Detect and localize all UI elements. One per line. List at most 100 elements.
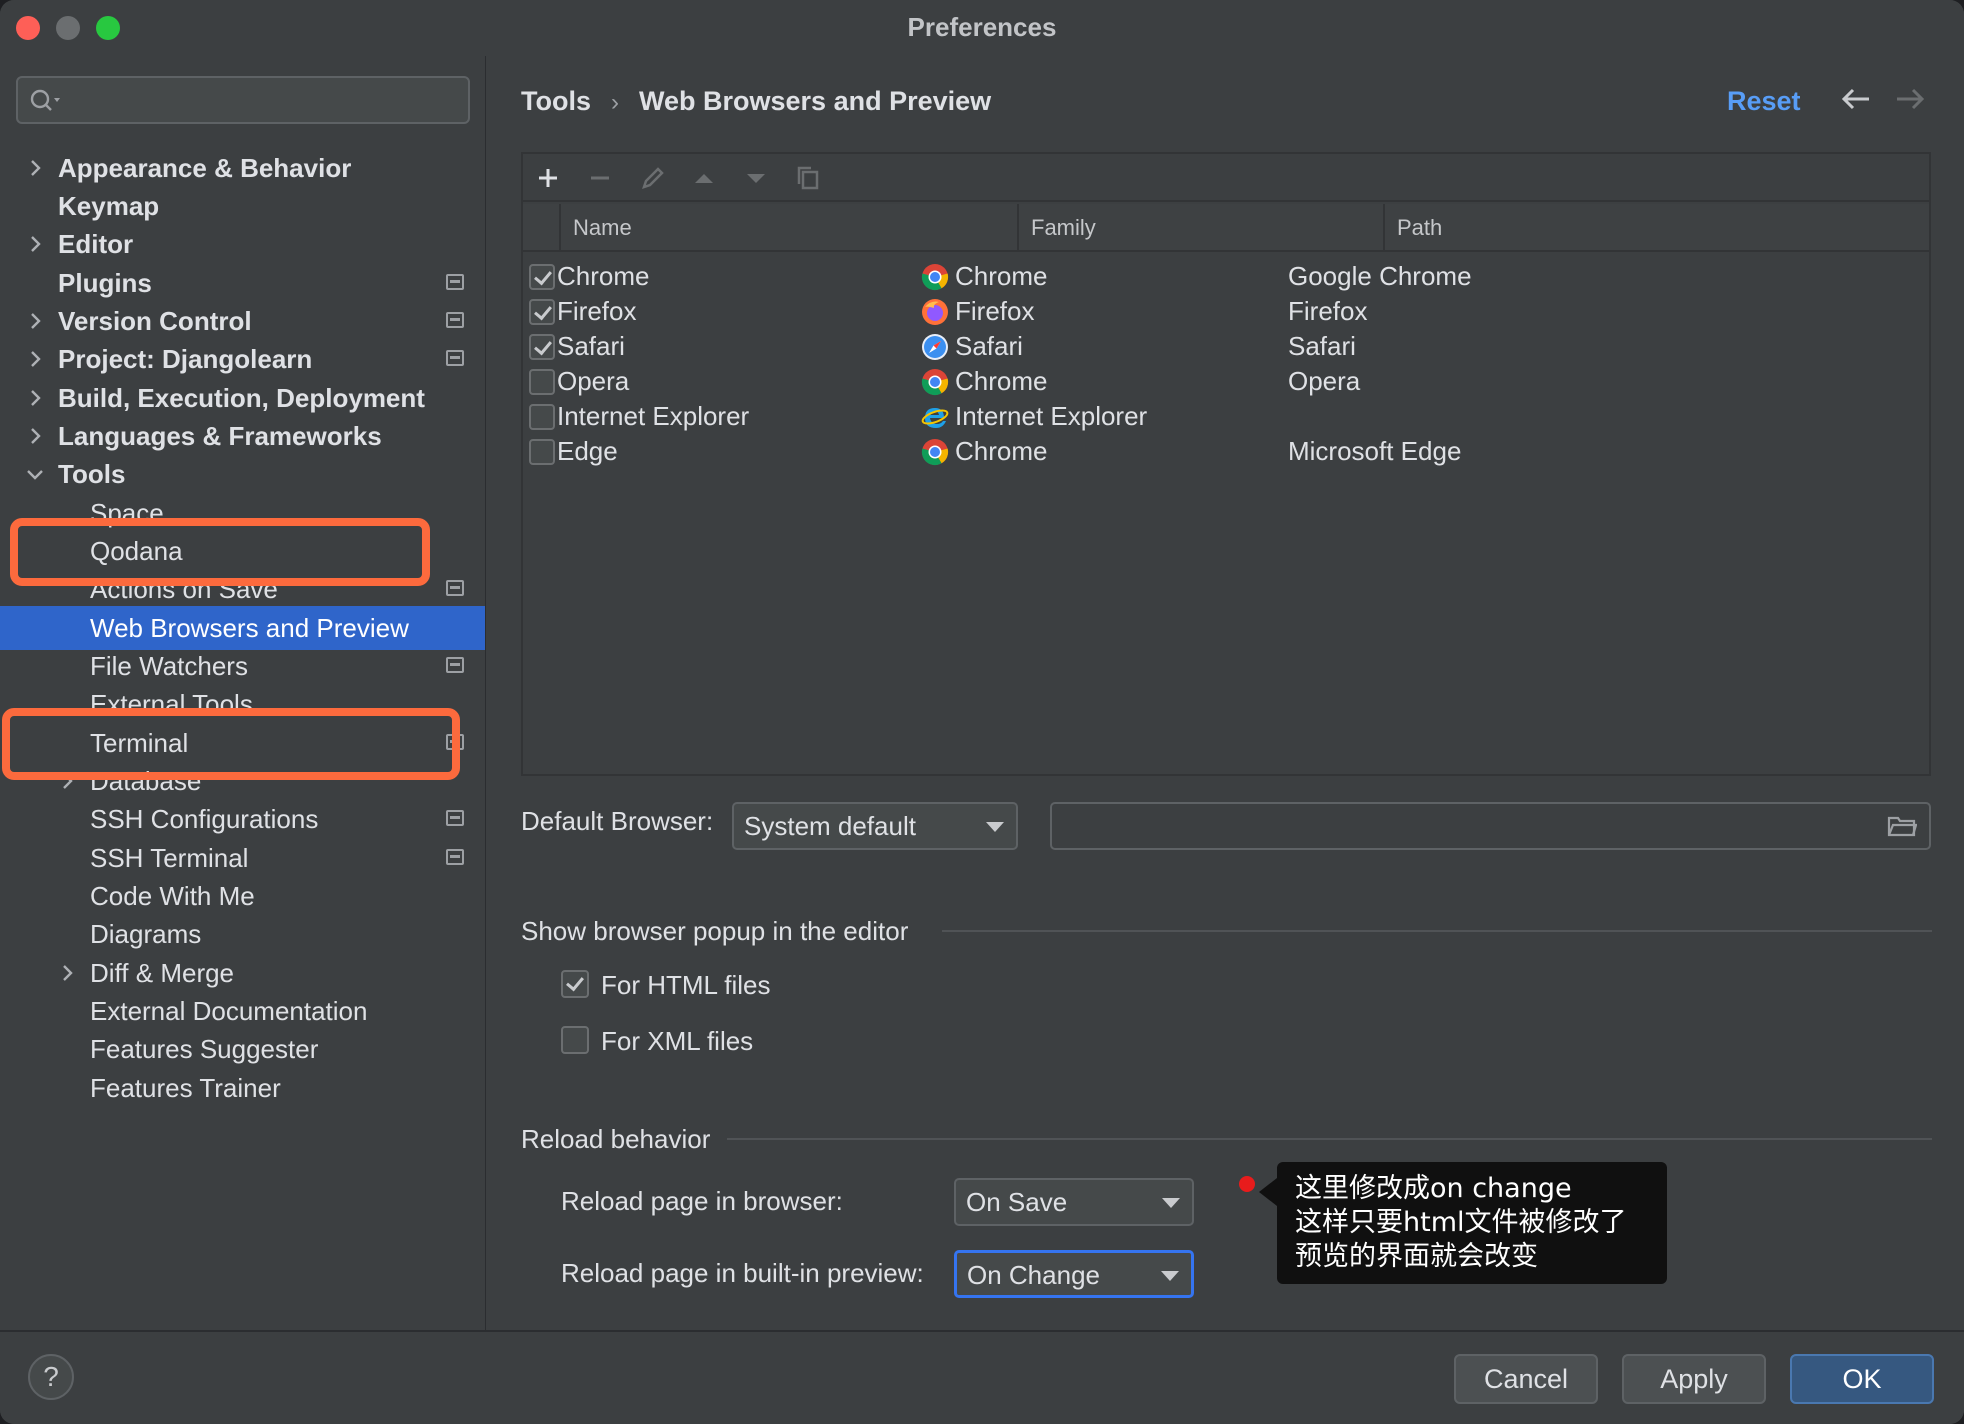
sidebar-item-label: SSH Configurations (90, 804, 319, 834)
ok-button[interactable]: OK (1790, 1354, 1934, 1404)
ie-icon (921, 408, 949, 428)
project-settings-icon (446, 734, 464, 750)
browser-name-cell: Edge (557, 436, 618, 466)
table-row[interactable]: Edge Chrome Microsoft Edge (523, 429, 1929, 473)
help-button[interactable]: ? (28, 1354, 74, 1400)
annotation-marker (1239, 1176, 1255, 1192)
breadcrumb-parent[interactable]: Tools (521, 86, 591, 116)
reload-preview-value: On Change (967, 1260, 1100, 1290)
dropdown-arrow-icon (1161, 1271, 1179, 1281)
sidebar-item-external-tools[interactable]: External Tools (0, 682, 485, 726)
folder-icon[interactable] (1887, 814, 1917, 838)
project-settings-icon (446, 657, 464, 673)
arrow-right-icon[interactable] (1893, 84, 1927, 114)
section-divider (942, 930, 1932, 932)
project-settings-icon (446, 274, 464, 290)
sidebar-item-actions-on-save[interactable]: Actions on Save (0, 567, 485, 611)
browsers-table: Name Family Path Chrome Chrome Google Chro… (521, 152, 1931, 776)
reload-browser-label: Reload page in browser: (561, 1186, 843, 1216)
sidebar-item-tools[interactable]: Tools (0, 452, 485, 496)
sidebar-item-label: Features Suggester (90, 1034, 319, 1064)
browser-family-cell: Chrome (955, 436, 1048, 466)
safari-icon (922, 334, 948, 360)
column-header-family[interactable]: Family (1017, 204, 1383, 252)
cancel-button[interactable]: Cancel (1454, 1354, 1598, 1404)
annotation-note: 这里修改成on change 这样只要html文件被修改了 预览的界面就会改变 (1259, 1162, 1667, 1284)
window-title: Preferences (907, 12, 1057, 42)
browser-enabled-checkbox[interactable] (529, 299, 555, 325)
chrome-icon (921, 369, 949, 396)
add-icon[interactable] (531, 162, 565, 194)
sidebar-item-project[interactable]: Project: Djangolearn (0, 337, 485, 381)
browser-enabled-checkbox[interactable] (529, 439, 555, 465)
table-header: Name Family Path (523, 204, 1929, 252)
project-settings-icon (446, 849, 464, 865)
default-browser-value: System default (744, 811, 916, 841)
project-settings-icon (446, 312, 464, 328)
title-bar: Preferences (0, 0, 1964, 56)
dropdown-arrow-icon (1162, 1198, 1180, 1208)
preferences-window: Preferences Appearance & Behavior Keymap… (0, 0, 1964, 1424)
project-settings-icon (446, 580, 464, 596)
project-settings-icon (446, 810, 464, 826)
sidebar-item-label: Project: Djangolearn (58, 344, 313, 374)
dropdown-arrow-icon (986, 822, 1004, 832)
sidebar-item-ssh-configurations[interactable]: SSH Configurations (0, 797, 485, 841)
default-browser-select[interactable]: System default (732, 802, 1018, 850)
chevron-right-icon (24, 222, 46, 266)
chevron-right-icon (24, 337, 46, 381)
search-input[interactable] (16, 76, 470, 124)
annotation-line: 预览的界面就会改变 (1295, 1241, 1538, 1272)
breadcrumb-current: Web Browsers and Preview (639, 86, 992, 116)
remove-icon[interactable] (583, 162, 617, 194)
browser-enabled-checkbox[interactable] (529, 264, 555, 290)
move-down-icon[interactable] (739, 162, 773, 194)
reload-preview-label: Reload page in built-in preview: (561, 1258, 924, 1288)
column-header-name[interactable]: Name (559, 204, 1017, 252)
dialog-footer: ? Cancel Apply OK (0, 1330, 1964, 1424)
settings-sidebar: Appearance & Behavior Keymap Editor Plug… (0, 56, 486, 1330)
copy-icon[interactable] (791, 162, 825, 194)
reset-link[interactable]: Reset (1727, 86, 1801, 117)
default-browser-label: Default Browser: (521, 806, 714, 836)
reload-preview-select[interactable]: On Change (954, 1250, 1194, 1298)
main-panel: Tools › Web Browsers and Preview Reset Nam… (487, 56, 1964, 1330)
edit-icon[interactable] (635, 162, 669, 194)
chrome-icon (921, 439, 949, 466)
reload-browser-select[interactable]: On Save (954, 1178, 1194, 1226)
column-header-path[interactable]: Path (1383, 204, 1929, 252)
browser-enabled-checkbox[interactable] (529, 334, 555, 360)
for-html-files-checkbox[interactable] (561, 970, 589, 998)
browser-enabled-checkbox[interactable] (529, 404, 555, 430)
for-xml-files-label: For XML files (601, 1026, 754, 1056)
chevron-down-icon (24, 452, 46, 496)
move-up-icon[interactable] (687, 162, 721, 194)
section-divider (727, 1138, 1932, 1140)
sidebar-item-label: Diagrams (90, 919, 202, 949)
breadcrumb: Tools › Web Browsers and Preview (521, 86, 991, 117)
for-xml-files-checkbox[interactable] (561, 1026, 589, 1054)
sidebar-item-features-trainer[interactable]: Features Trainer (0, 1066, 485, 1110)
firefox-icon (922, 299, 948, 325)
sidebar-item-label: Features Trainer (90, 1073, 281, 1103)
project-settings-icon (446, 350, 464, 366)
sidebar-item-diagrams[interactable]: Diagrams (0, 912, 485, 956)
browser-path-input[interactable] (1050, 802, 1931, 850)
for-html-files-label: For HTML files (601, 970, 771, 1000)
arrow-left-icon[interactable] (1839, 84, 1873, 114)
reload-browser-value: On Save (966, 1187, 1068, 1217)
popup-section-title: Show browser popup in the editor (521, 916, 909, 946)
annotation-line: 这里修改成on change (1295, 1173, 1572, 1204)
annotation-line: 这样只要html文件被修改了 (1295, 1207, 1627, 1238)
reload-section-title: Reload behavior (521, 1124, 711, 1154)
sidebar-item-label: Tools (58, 459, 126, 489)
browser-enabled-checkbox[interactable] (529, 369, 555, 395)
sidebar-item-editor[interactable]: Editor (0, 222, 485, 266)
apply-button[interactable]: Apply (1622, 1354, 1766, 1404)
browser-path-cell: Microsoft Edge (1288, 436, 1462, 466)
search-icon (30, 89, 60, 111)
sidebar-item-label: Actions on Save (90, 574, 278, 604)
breadcrumb-separator: › (611, 89, 619, 116)
sidebar-item-features-suggester[interactable]: Features Suggester (0, 1027, 485, 1071)
sidebar-item-label: External Tools (90, 689, 253, 719)
